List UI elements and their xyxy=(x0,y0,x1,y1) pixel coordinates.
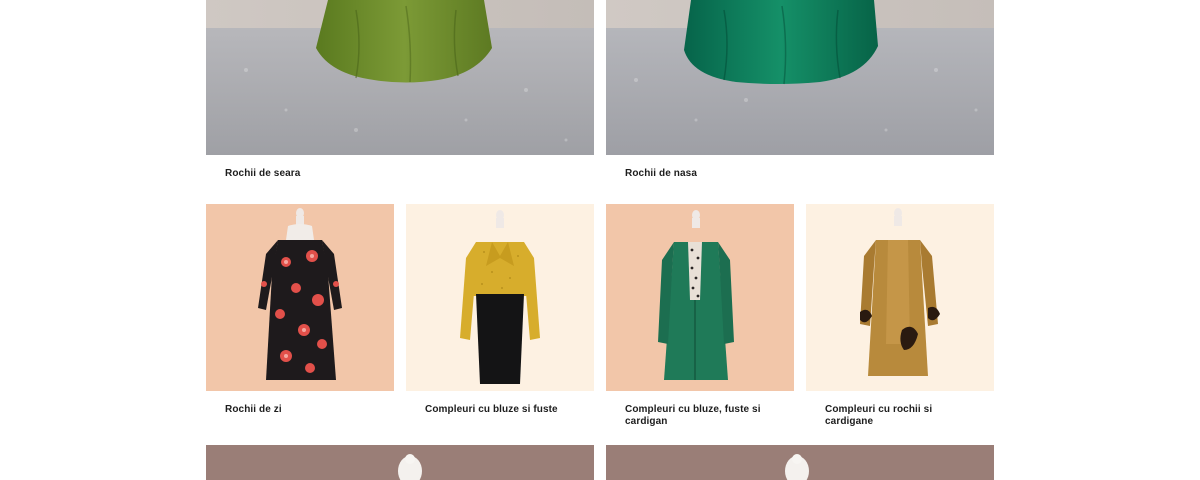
category-title[interactable]: Rochii de zi xyxy=(225,404,375,416)
category-image-green-evening-gown[interactable] xyxy=(206,0,594,155)
category-card-compleuri-bluze-fuste[interactable]: Compleuri cu bluze si fuste xyxy=(406,204,594,440)
category-image-mustard-blouse-skirt[interactable] xyxy=(406,204,594,391)
category-image-mannequin[interactable] xyxy=(206,445,594,480)
category-title[interactable]: Rochii de nasa xyxy=(625,168,975,180)
category-image-mannequin[interactable] xyxy=(606,445,994,480)
category-image-emerald-gown[interactable] xyxy=(606,0,994,155)
category-card-bottom-right[interactable] xyxy=(606,445,994,480)
category-card-rochii-de-seara[interactable]: Rochii de seara xyxy=(206,0,594,190)
category-card-compleuri-rochii-cardigane[interactable]: Compleuri cu rochii si cardigane xyxy=(806,204,994,440)
category-image-ochre-dress-cardigan[interactable] xyxy=(806,204,994,391)
category-image-floral-dress[interactable] xyxy=(206,204,394,391)
category-title[interactable]: Compleuri cu rochii si cardigane xyxy=(825,404,975,428)
category-card-compleuri-cardigan[interactable]: Compleuri cu bluze, fuste si cardigan xyxy=(606,204,794,440)
category-title[interactable]: Rochii de seara xyxy=(225,168,575,180)
category-title[interactable]: Compleuri cu bluze si fuste xyxy=(425,404,575,416)
category-title[interactable]: Compleuri cu bluze, fuste si cardigan xyxy=(625,404,775,428)
category-card-rochii-de-nasa[interactable]: Rochii de nasa xyxy=(606,0,994,190)
category-image-green-cardigan-set[interactable] xyxy=(606,204,794,391)
category-grid: Rochii de seara Rochii de nasa Rochii de… xyxy=(0,0,1200,480)
category-card-rochii-de-zi[interactable]: Rochii de zi xyxy=(206,204,394,440)
category-card-bottom-left[interactable] xyxy=(206,445,594,480)
